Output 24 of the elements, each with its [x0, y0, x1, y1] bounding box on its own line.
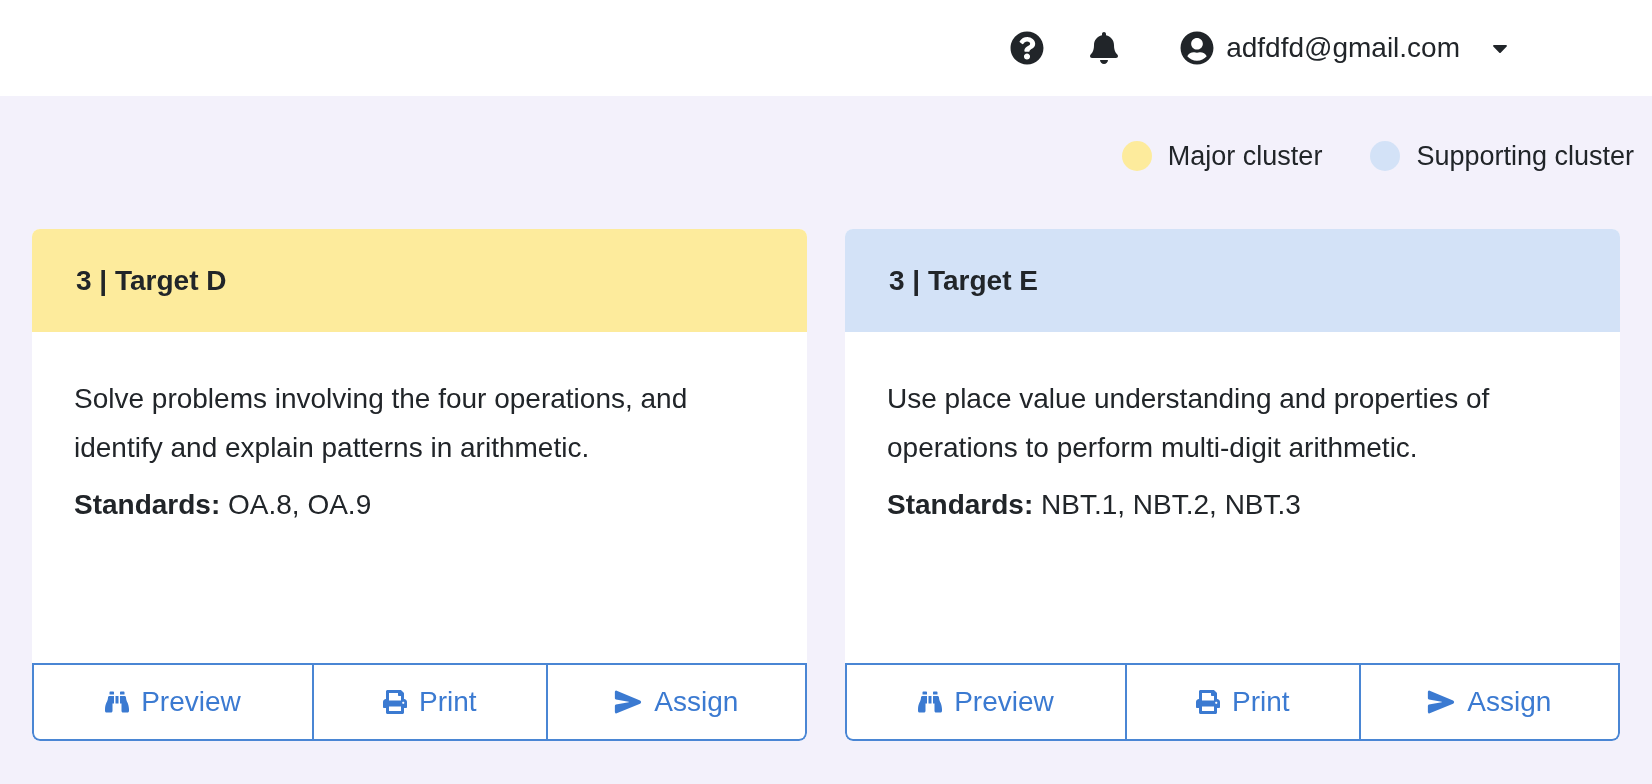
binoculars-icon: [918, 690, 943, 714]
send-icon: [1427, 688, 1456, 716]
bell-icon[interactable]: [1088, 32, 1121, 64]
card-title: 3 | Target D: [76, 263, 227, 298]
printer-icon: [383, 690, 407, 714]
standards-text: Standards: NBT.1, NBT.2, NBT.3: [887, 488, 1302, 522]
assign-button[interactable]: Assign: [547, 663, 807, 741]
card-description: Solve problems involving the four operations, and identify and explain patterns in arithmetic.: [74, 382, 689, 465]
user-avatar-icon[interactable]: [1180, 31, 1215, 65]
preview-button[interactable]: Preview: [32, 663, 314, 741]
binoculars-icon: [105, 690, 130, 714]
print-button[interactable]: Print: [1126, 663, 1361, 741]
print-button[interactable]: Print: [313, 663, 548, 741]
user-email[interactable]: adfdfd@gmail.com: [1226, 27, 1460, 69]
card-description: Use place value understanding and properties of operations to perform multi-digit arithmetic.: [887, 382, 1491, 465]
standards-text: Standards: OA.8, OA.9: [74, 488, 373, 522]
legend-label: Supporting cluster: [1416, 140, 1634, 173]
legend-label: Major cluster: [1167, 140, 1323, 173]
printer-icon: [1196, 690, 1220, 714]
preview-button[interactable]: Preview: [845, 663, 1127, 741]
assign-button[interactable]: Assign: [1360, 663, 1620, 741]
help-icon[interactable]: [1010, 31, 1045, 65]
send-icon: [614, 688, 643, 716]
card-title: 3 | Target E: [889, 263, 1038, 298]
